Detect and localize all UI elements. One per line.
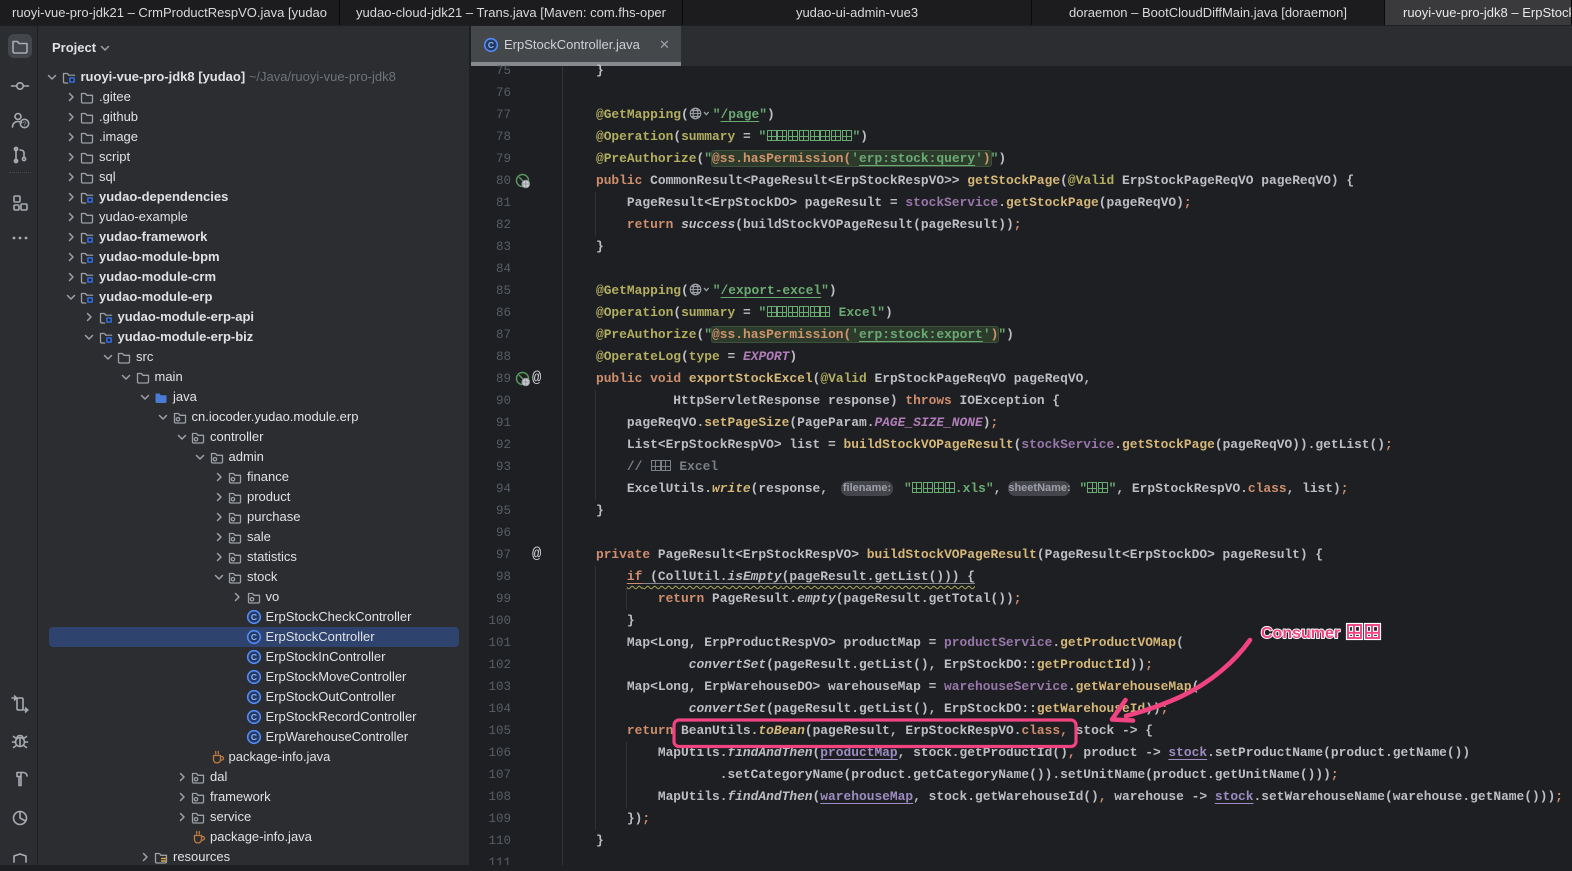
svg-text:C: C <box>250 712 256 722</box>
svg-text:C: C <box>250 632 256 642</box>
svg-text:C: C <box>250 732 256 742</box>
svg-text:C: C <box>250 692 256 702</box>
svg-text:C: C <box>250 672 256 682</box>
svg-text:C: C <box>488 40 494 50</box>
svg-text:?: ? <box>23 121 27 128</box>
svg-text:C: C <box>250 652 256 662</box>
svg-text:C: C <box>250 612 256 622</box>
